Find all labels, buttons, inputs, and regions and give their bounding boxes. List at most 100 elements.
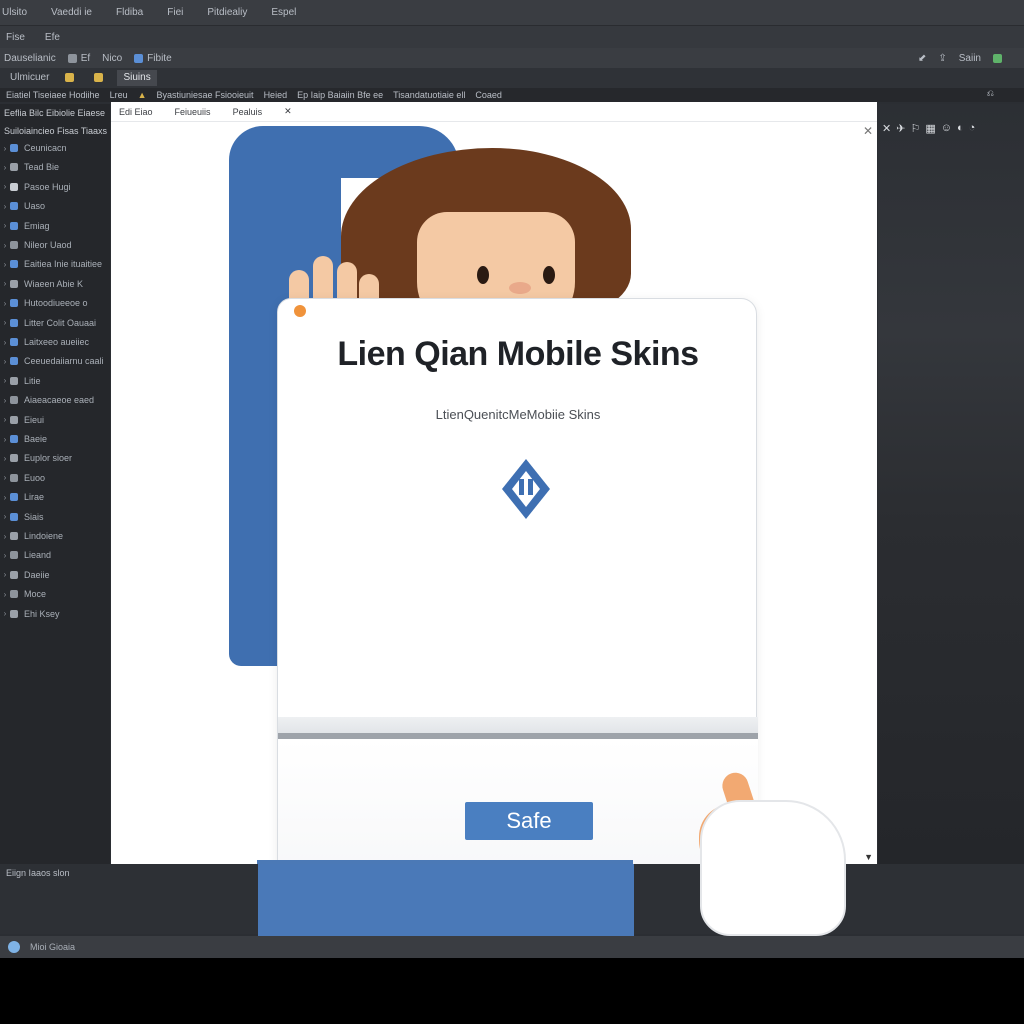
breadcrumb-item[interactable]: Heied (264, 90, 288, 100)
chevron-right-icon[interactable]: › (0, 415, 10, 424)
scroll-down-icon[interactable]: ▼ (864, 852, 873, 862)
sidebar-item[interactable]: › Nileor Uaod (0, 237, 110, 253)
pin-icon[interactable]: ⬋ (918, 53, 926, 64)
save-label[interactable]: Saiin (959, 53, 981, 64)
sidebar-item[interactable]: › Lieand (0, 547, 110, 563)
chevron-right-icon[interactable]: › (0, 493, 10, 502)
breadcrumb-item[interactable]: Eiatiel Tiseiaee Hodiihe (6, 90, 100, 100)
sidebar-item[interactable]: › Hutoodiueeoe o (0, 295, 110, 311)
sync-icon[interactable] (993, 53, 1002, 63)
chevron-right-icon[interactable]: › (0, 396, 10, 405)
sidebar-item[interactable]: › Ehi Ksey (0, 606, 110, 622)
sidebar-item[interactable]: › Emiag (0, 218, 110, 234)
sidebar-item[interactable]: › Daeiie (0, 567, 110, 583)
tab-icon-item[interactable] (88, 70, 113, 86)
breadcrumb-item[interactable]: Coaed (475, 90, 502, 100)
breadcrumb-item[interactable]: Lreu (110, 90, 128, 100)
chevron-right-icon[interactable]: › (0, 357, 10, 366)
sidebar-item[interactable]: › Wiaeen Abie K (0, 276, 110, 292)
toolbar-item[interactable]: Nico (102, 53, 122, 64)
chevron-right-icon[interactable]: › (0, 551, 10, 560)
chevron-right-icon[interactable]: › (0, 221, 10, 230)
chevron-right-icon[interactable]: › (0, 473, 10, 482)
chevron-right-icon[interactable]: › (0, 260, 10, 269)
breadcrumb-item[interactable]: Ep Iaip Baiaiin Bfe ee (297, 90, 383, 100)
smile-icon[interactable]: ☺ (941, 122, 952, 135)
chevron-right-icon[interactable]: › (0, 570, 10, 579)
contrast-icon[interactable]: ◐ (957, 122, 964, 135)
status-bar: Mioi Gioaia (0, 936, 1024, 958)
sidebar-item[interactable]: › Lirae (0, 489, 110, 505)
canvas-tab[interactable]: Pealuis (233, 107, 263, 117)
grid-icon[interactable]: ▦ (925, 122, 935, 135)
menu-item[interactable]: Vaeddi ie (51, 7, 92, 18)
menu-item[interactable]: Fiei (167, 7, 183, 18)
clock-icon[interactable]: ◔ (969, 122, 976, 135)
file-icon (10, 338, 18, 346)
sidebar-item[interactable]: › Baeie (0, 431, 110, 447)
toolbar-item[interactable]: Dauselianic (4, 53, 56, 64)
sidebar-item[interactable]: › Litie (0, 373, 110, 389)
chevron-right-icon[interactable]: › (0, 241, 10, 250)
menu-item[interactable]: Fise (6, 32, 25, 43)
sidebar-item[interactable]: › Uaso (0, 198, 110, 214)
chevron-right-icon[interactable]: › (0, 590, 10, 599)
tab-icon-item[interactable] (59, 70, 84, 86)
sidebar-item-label: Siais (24, 511, 44, 522)
chevron-right-icon[interactable]: › (0, 202, 10, 211)
sidebar-item[interactable]: › Euplor sioer (0, 450, 110, 466)
sidebar-item[interactable]: › Tead Bie (0, 159, 110, 175)
canvas-tab[interactable]: Edi Eiao (119, 107, 153, 117)
canvas-tab[interactable]: Feiueuiis (175, 107, 211, 117)
chevron-right-icon[interactable]: › (0, 182, 10, 191)
sidebar-item-label: Ehi Ksey (24, 608, 60, 619)
chevron-right-icon[interactable]: › (0, 376, 10, 385)
sidebar-item-label: Eieui (24, 414, 45, 425)
chevron-right-icon[interactable]: › (0, 318, 10, 327)
menu-item[interactable]: Ulsito (2, 7, 27, 18)
sidebar-item[interactable]: › Eieui (0, 412, 110, 428)
sidebar-item[interactable]: › Aiaeacaeoe eaed (0, 392, 110, 408)
close-icon[interactable]: ✕ (863, 124, 873, 138)
breadcrumb-item[interactable]: Byastiuniesae Fsiooieuit (157, 90, 254, 100)
sidebar-item[interactable]: › Moce (0, 586, 110, 602)
chevron-right-icon[interactable]: › (0, 454, 10, 463)
sidebar-item[interactable]: › Ceunicacn (0, 140, 110, 156)
sidebar-item[interactable]: › Laitxeeo aueiiec (0, 334, 110, 350)
menu-item[interactable]: Espel (271, 7, 296, 18)
sidebar-item[interactable]: › Eaitiea Inie ituaitiee (0, 256, 110, 272)
flag-icon[interactable]: ⚐ (910, 122, 920, 135)
close-icon[interactable]: ✕ (284, 106, 292, 117)
chevron-right-icon[interactable]: › (0, 279, 10, 288)
sidebar-item[interactable]: › Lindoiene (0, 528, 110, 544)
share-icon[interactable]: ⇪ (938, 53, 946, 64)
chevron-right-icon[interactable]: › (0, 512, 10, 521)
chevron-right-icon[interactable]: › (0, 609, 10, 618)
close-icon[interactable]: ✕ (882, 122, 891, 135)
chevron-right-icon[interactable]: › (0, 163, 10, 172)
sidebar-item[interactable]: › Euoo (0, 470, 110, 486)
history-icon[interactable]: ⎌ (987, 88, 994, 99)
sidebar-item[interactable]: › Siais (0, 509, 110, 525)
plane-icon[interactable]: ✈ (896, 122, 905, 135)
sidebar-item-label: Baeie (24, 434, 48, 444)
sidebar-item[interactable]: › Ceeuedaiiarnu caali (0, 353, 110, 369)
chevron-right-icon[interactable]: › (0, 532, 10, 541)
sidebar-item[interactable]: › Pasoe Hugi (0, 179, 110, 195)
toolbar: Dauselianic Ef Nico Fibite ⬋ ⇪ Saiin (0, 48, 1024, 68)
chevron-right-icon[interactable]: › (0, 435, 10, 444)
safe-button[interactable]: Safe (465, 802, 593, 840)
breadcrumb-item[interactable]: Tisandatuotiaie ell (393, 90, 465, 100)
menu-item[interactable]: Fldiba (116, 7, 143, 18)
chevron-right-icon[interactable]: › (0, 299, 10, 308)
menu-item[interactable]: Pitdiealiy (207, 7, 247, 18)
tab-item-active[interactable]: Siuins (117, 70, 157, 86)
menu-item[interactable]: Efe (45, 32, 60, 43)
toolbar-item-label: Fibite (147, 52, 172, 64)
tab-item[interactable]: Ulmicuer (4, 70, 55, 86)
chevron-right-icon[interactable]: › (0, 144, 10, 153)
sidebar-item[interactable]: › Litter Colit Oauaai (0, 315, 110, 331)
toolbar-item[interactable]: Ef (67, 53, 90, 64)
toolbar-item[interactable]: Fibite (134, 52, 172, 64)
chevron-right-icon[interactable]: › (0, 338, 10, 347)
